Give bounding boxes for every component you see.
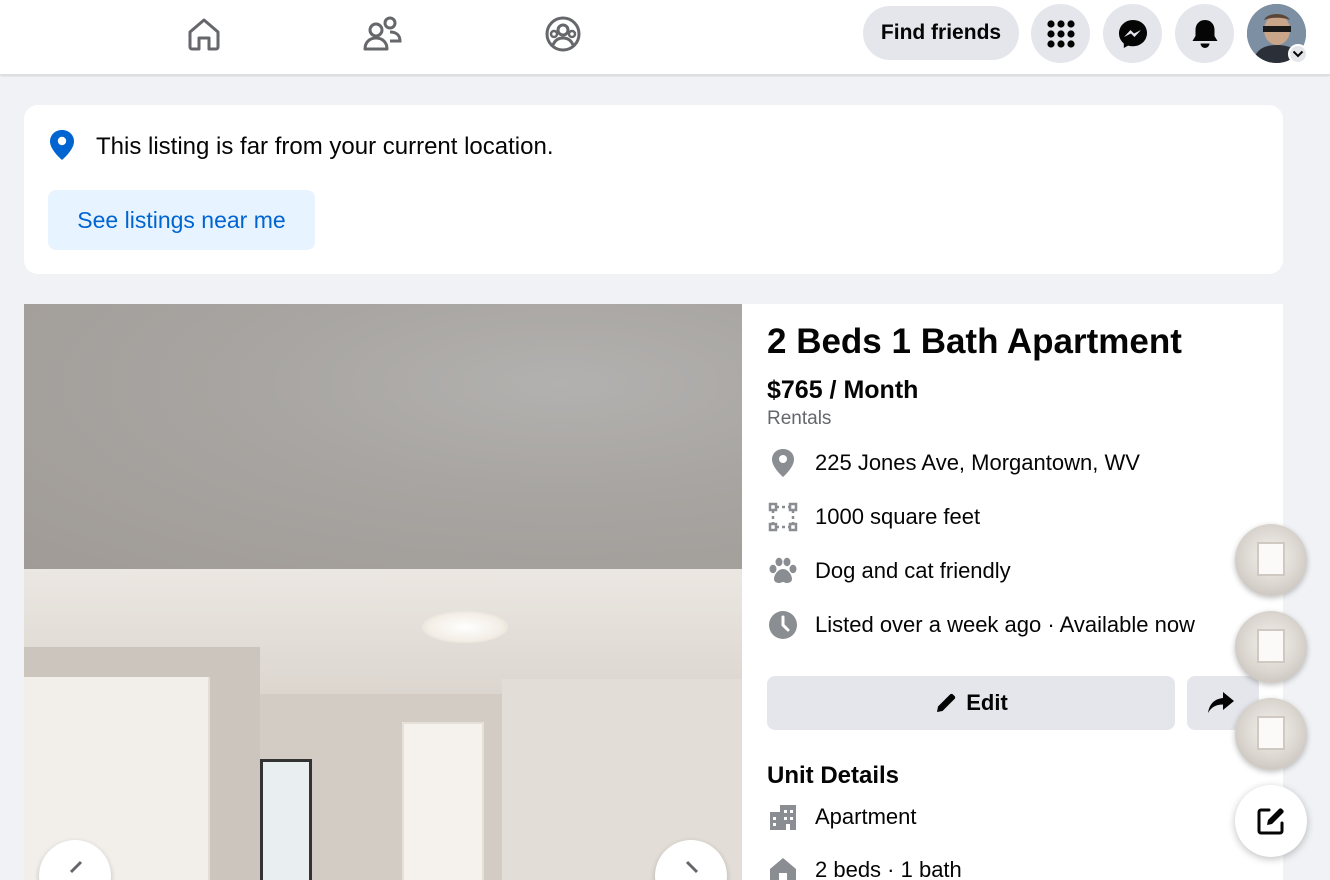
chevron-left-icon	[69, 860, 83, 874]
rooms-text: 2 beds · 1 bath	[815, 857, 962, 880]
address-text: 225 Jones Ave, Morgantown, WV	[815, 450, 1140, 475]
share-arrow-icon	[1208, 692, 1234, 713]
listing-photo[interactable]	[24, 304, 742, 880]
chevron-right-icon	[685, 860, 699, 874]
listing-title: 2 Beds 1 Bath Apartment	[767, 322, 1182, 361]
unit-details-heading: Unit Details	[767, 762, 900, 789]
find-friends-button[interactable]: Find friends	[863, 6, 1019, 60]
account-menu-caret[interactable]	[1288, 44, 1308, 64]
menu-grid-button[interactable]	[1031, 4, 1090, 63]
listed-time-text: Listed over a week ago · Available now	[815, 612, 1195, 637]
location-pin-icon	[50, 130, 74, 160]
square-feet-icon	[767, 501, 799, 533]
menu-grid-icon	[1046, 19, 1075, 48]
new-message-button[interactable]	[1235, 785, 1307, 857]
paw-icon	[767, 555, 799, 587]
next-photo-button[interactable]	[655, 840, 727, 880]
notifications-button[interactable]	[1175, 4, 1234, 63]
friends-icon[interactable]	[362, 14, 402, 54]
top-navigation-bar: Find friends	[0, 0, 1330, 75]
compose-icon	[1257, 808, 1284, 835]
chat-head-2[interactable]	[1235, 611, 1307, 683]
size-text: 1000 square feet	[815, 504, 981, 529]
unit-detail-row-type: Apartment	[767, 799, 917, 835]
home-icon[interactable]	[184, 14, 224, 54]
listing-price: $765 / Month	[767, 376, 919, 404]
chat-head-3[interactable]	[1235, 698, 1307, 770]
chat-head-1[interactable]	[1235, 524, 1307, 596]
previous-photo-button[interactable]	[39, 840, 111, 880]
listing-details-panel: 2 Beds 1 Bath Apartment $765 / Month Ren…	[742, 304, 1283, 880]
photo-upper-blur	[24, 304, 742, 569]
unit-type-text: Apartment	[815, 804, 917, 829]
clock-icon	[767, 609, 799, 641]
attribute-row-size: 1000 square feet	[767, 499, 980, 535]
attribute-row-pets: Dog and cat friendly	[767, 553, 1011, 589]
photo-room-image	[24, 569, 742, 880]
messenger-button[interactable]	[1103, 4, 1162, 63]
listing-category: Rentals	[767, 408, 832, 429]
notice-message: This listing is far from your current lo…	[96, 133, 554, 160]
groups-icon[interactable]	[543, 14, 583, 54]
location-notice-card: This listing is far from your current lo…	[24, 105, 1283, 274]
location-pin-icon	[767, 447, 799, 479]
bell-icon	[1192, 19, 1217, 48]
building-icon	[767, 801, 799, 833]
attribute-row-address: 225 Jones Ave, Morgantown, WV	[767, 445, 1140, 481]
chevron-down-icon	[1292, 50, 1304, 58]
attribute-row-listed: Listed over a week ago · Available now	[767, 607, 1195, 643]
unit-detail-row-rooms: 2 beds · 1 bath	[767, 852, 962, 880]
house-icon	[767, 854, 799, 880]
edit-listing-button[interactable]: Edit	[767, 676, 1175, 730]
pencil-icon	[937, 693, 956, 712]
pets-text: Dog and cat friendly	[815, 558, 1011, 583]
edit-label: Edit	[966, 690, 1008, 715]
messenger-icon	[1118, 19, 1147, 48]
see-listings-near-me-button[interactable]: See listings near me	[48, 190, 315, 250]
